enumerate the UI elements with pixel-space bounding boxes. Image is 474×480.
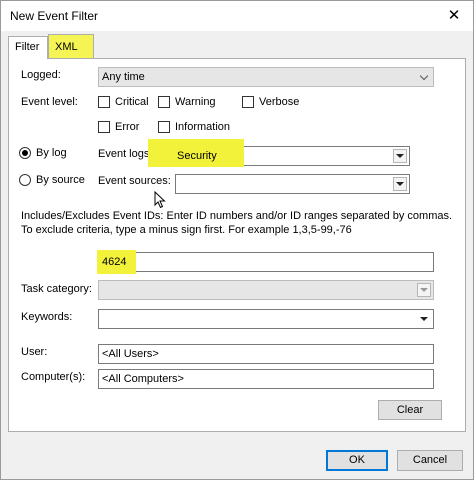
critical-checkbox[interactable]: [98, 96, 110, 108]
tab-filter[interactable]: Filter: [8, 36, 48, 59]
new-event-filter-dialog: New Event Filter ✕ Filter XML Logged: An…: [0, 0, 474, 480]
logged-select[interactable]: Any time: [98, 67, 434, 87]
event-logs-value: Security: [177, 150, 217, 162]
computer-input[interactable]: <All Computers>: [98, 369, 434, 389]
ok-button[interactable]: OK: [326, 450, 388, 471]
computer-label: Computer(s):: [21, 371, 86, 383]
cancel-button[interactable]: Cancel: [397, 450, 463, 471]
title-bar: New Event Filter ✕: [1, 1, 473, 31]
tab-filter-label: Filter: [15, 41, 40, 53]
mouse-cursor-icon: [154, 191, 166, 209]
user-value: <All Users>: [102, 348, 159, 360]
verbose-label: Verbose: [259, 96, 300, 108]
event-sources-select[interactable]: [175, 174, 410, 194]
filter-panel: Logged: Any time Event level: Critical W…: [8, 58, 466, 432]
critical-label: Critical: [115, 96, 149, 108]
event-logs-label: Event logs:: [98, 148, 153, 160]
event-sources-label: Event sources:: [98, 175, 171, 187]
warning-checkbox[interactable]: [158, 96, 170, 108]
close-icon[interactable]: ✕: [445, 7, 463, 25]
event-ids-value: 4624: [102, 256, 127, 268]
logged-value: Any time: [102, 71, 145, 83]
clear-button[interactable]: Clear: [378, 400, 442, 420]
information-checkbox[interactable]: [158, 121, 170, 133]
tab-xml[interactable]: XML: [48, 34, 94, 58]
by-source-label: By source: [36, 174, 85, 186]
keywords-label: Keywords:: [21, 311, 73, 323]
tab-xml-label: XML: [55, 41, 78, 53]
logged-label: Logged:: [21, 69, 61, 81]
by-log-label: By log: [36, 147, 67, 159]
chevron-down-icon: [417, 283, 431, 297]
chevron-down-icon: [417, 312, 431, 326]
warning-label: Warning: [175, 96, 216, 108]
event-ids-description: Includes/Excludes Event IDs: Enter ID nu…: [21, 210, 453, 236]
verbose-checkbox[interactable]: [242, 96, 254, 108]
user-input[interactable]: <All Users>: [98, 344, 434, 364]
event-logs-select[interactable]: Security: [148, 139, 410, 167]
error-checkbox[interactable]: [98, 121, 110, 133]
chevron-down-icon: [393, 177, 407, 191]
chevron-down-icon: [393, 149, 407, 163]
task-category-select[interactable]: [98, 280, 434, 300]
event-level-label: Event level:: [21, 96, 78, 108]
computer-value: <All Computers>: [102, 373, 184, 385]
keywords-select[interactable]: [98, 309, 434, 329]
by-source-radio[interactable]: [19, 174, 31, 186]
task-category-label: Task category:: [21, 283, 92, 295]
user-label: User:: [21, 346, 48, 358]
chevron-down-icon: [417, 70, 431, 84]
window-title: New Event Filter: [10, 9, 99, 23]
event-ids-input[interactable]: 4624: [97, 250, 434, 274]
information-label: Information: [175, 121, 231, 133]
by-log-radio[interactable]: [19, 147, 31, 159]
error-label: Error: [115, 121, 140, 133]
